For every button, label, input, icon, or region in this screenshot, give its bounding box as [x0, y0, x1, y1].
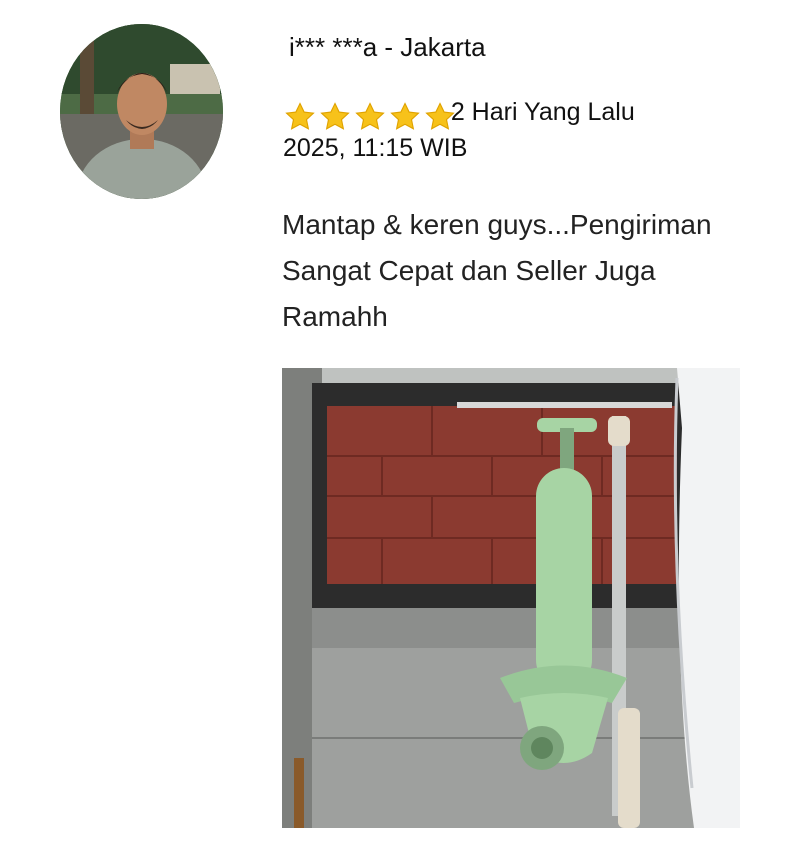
review-text: Mantap & keren guys...Pengiriman Sangat … — [282, 209, 712, 332]
review-meta: 2 Hari Yang Lalu 2025, 11:15 WIB — [283, 98, 763, 162]
star-icon — [285, 102, 315, 131]
star-rating — [283, 100, 455, 134]
star-icon — [355, 102, 385, 131]
review-datetime: 2025, 11:15 WIB — [283, 134, 468, 163]
avatar-photo — [60, 24, 223, 199]
reviewer-name: i*** ***a - Jakarta — [289, 32, 486, 62]
relative-time: 2 Hari Yang Lalu — [450, 98, 635, 126]
star-icon — [390, 102, 420, 131]
review-photo[interactable] — [282, 368, 740, 828]
review-photo-image — [282, 368, 740, 828]
avatar[interactable] — [60, 24, 223, 199]
star-icon — [320, 102, 350, 131]
